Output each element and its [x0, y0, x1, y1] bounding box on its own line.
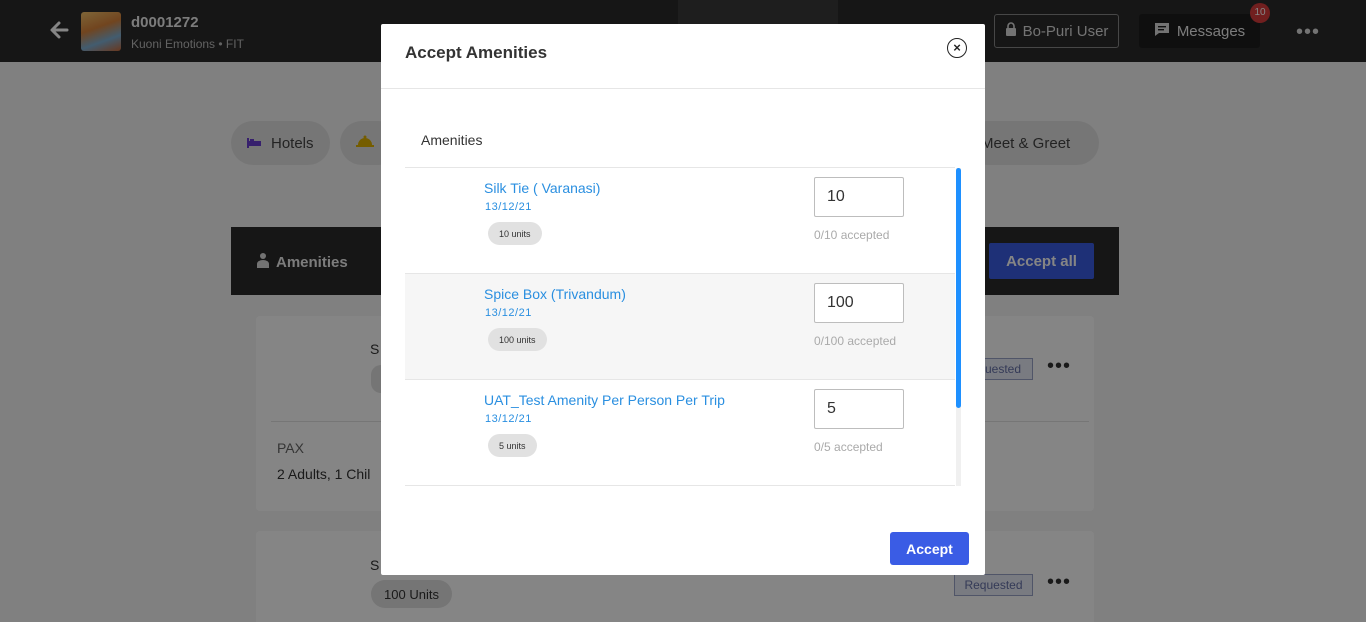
accept-amenities-modal: Accept Amenities × Amenities Silk Tie ( …	[381, 24, 985, 575]
amenity-date: 13/12/21	[485, 413, 532, 425]
accepted-count: 0/5 accepted	[814, 440, 883, 454]
amenity-date: 13/12/21	[485, 201, 532, 213]
amenities-list-header-label: Amenities	[421, 132, 483, 148]
amenity-units-pill: 10 units	[488, 222, 542, 245]
amenity-row: Spice Box (Trivandum) 13/12/21 100 units…	[405, 274, 955, 380]
amenity-date: 13/12/21	[485, 307, 532, 319]
close-icon[interactable]: ×	[947, 38, 967, 58]
modal-header-divider	[381, 88, 985, 89]
accept-button[interactable]: Accept	[890, 532, 969, 565]
amenity-units-pill: 100 units	[488, 328, 547, 351]
accepted-count: 0/100 accepted	[814, 334, 897, 348]
amenity-name[interactable]: Silk Tie ( Varanasi)	[484, 180, 600, 196]
modal-title: Accept Amenities	[405, 43, 548, 62]
amenity-row: Silk Tie ( Varanasi) 13/12/21 10 units 0…	[405, 168, 955, 274]
accept-quantity-input[interactable]	[814, 283, 904, 323]
amenity-name[interactable]: UAT_Test Amenity Per Person Per Trip	[484, 392, 725, 408]
amenities-list-header: Amenities	[405, 112, 955, 168]
list-scrollbar-thumb[interactable]	[956, 168, 961, 408]
amenity-name[interactable]: Spice Box (Trivandum)	[484, 286, 626, 302]
amenity-row: UAT_Test Amenity Per Person Per Trip 13/…	[405, 380, 955, 486]
accept-quantity-input[interactable]	[814, 177, 904, 217]
accepted-count: 0/10 accepted	[814, 228, 890, 242]
accept-quantity-input[interactable]	[814, 389, 904, 429]
amenity-units-pill: 5 units	[488, 434, 537, 457]
